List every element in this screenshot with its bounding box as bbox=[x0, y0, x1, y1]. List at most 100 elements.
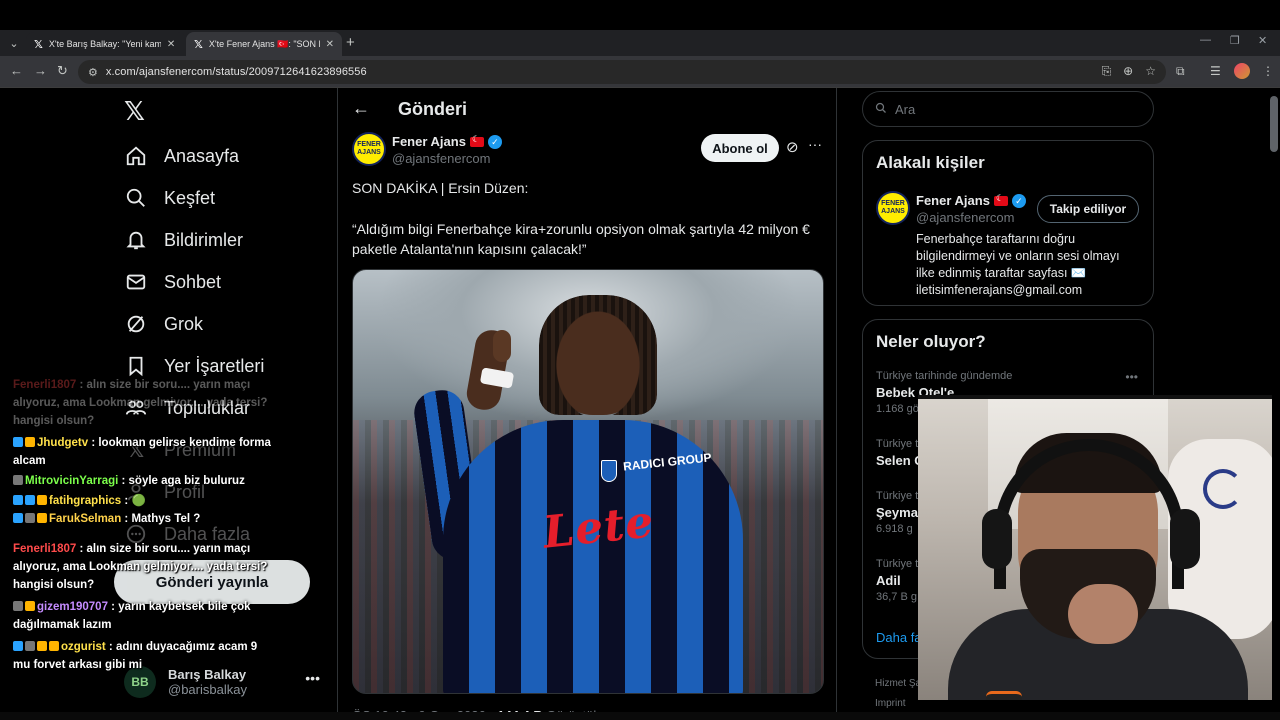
more-dots-icon[interactable]: ··· bbox=[808, 136, 822, 152]
related-bio: Fenerbahçe taraftarını doğru bilgilendir… bbox=[916, 232, 1120, 297]
related-handle[interactable]: @ajansfenercom bbox=[916, 210, 1014, 225]
chat-username: Fenerli1807 bbox=[13, 543, 77, 555]
search-placeholder: Ara bbox=[895, 101, 916, 117]
close-tab-icon[interactable]: ✕ bbox=[326, 39, 334, 50]
chat-text: : 🟢 bbox=[121, 495, 146, 507]
more-dots-icon[interactable]: ••• bbox=[1125, 370, 1138, 384]
minimize-icon[interactable]: — bbox=[1200, 34, 1211, 46]
install-app-icon[interactable]: ⎘ bbox=[1102, 64, 1112, 79]
chat-username: gizem190707 bbox=[37, 601, 108, 613]
chat-message: Fenerli1807 : alın size bir soru.... yar… bbox=[13, 540, 275, 594]
main-column: ← Gönderi FENER AJANS Fener Ajans ✓ @aja… bbox=[337, 88, 837, 720]
subscribe-button[interactable]: Abone ol bbox=[701, 134, 779, 162]
chat-username: fatihgraphics bbox=[49, 495, 122, 507]
nav-label: Bildirimler bbox=[164, 229, 244, 250]
search-input[interactable]: Ara bbox=[862, 91, 1154, 127]
chat-badge-icon bbox=[25, 495, 35, 505]
nav-grok[interactable]: Grok bbox=[124, 304, 203, 344]
chat-badge-icon bbox=[13, 513, 23, 523]
author-handle[interactable]: @ajansfenercom bbox=[392, 151, 490, 166]
chat-message: fatihgraphics : 🟢 bbox=[13, 492, 275, 510]
grok-icon[interactable]: ⊘ bbox=[786, 138, 799, 156]
tweet-text-line: SON DAKİKA | Ersin Düzen: bbox=[352, 180, 529, 196]
chat-text: : Mathys Tel ? bbox=[121, 513, 201, 525]
page-title: Gönderi bbox=[398, 99, 468, 119]
nav-home[interactable]: Anasayfa bbox=[124, 136, 239, 176]
browser-tab-active[interactable]: 𝕏 X'te Fener Ajans 🇹🇷: "SON DAKİ ✕ bbox=[186, 32, 342, 56]
reload-icon[interactable]: ↻ bbox=[57, 63, 68, 79]
chat-badge-icon bbox=[37, 513, 47, 523]
streamer-webcam bbox=[918, 395, 1272, 700]
show-more-link[interactable]: Daha fa bbox=[876, 630, 922, 645]
footer-link[interactable]: Hizmet Şa bbox=[875, 678, 921, 689]
turkey-flag-icon bbox=[469, 134, 484, 147]
back-icon[interactable]: ← bbox=[10, 63, 23, 78]
card-title: Alakalı kişiler bbox=[876, 153, 985, 172]
chair-logo bbox=[1203, 469, 1243, 509]
search-icon bbox=[124, 186, 148, 210]
x-favicon-icon: 𝕏 bbox=[194, 38, 203, 51]
bookmark-star-icon[interactable]: ☆ bbox=[1145, 64, 1156, 79]
zoom-icon[interactable]: ⊕ bbox=[1123, 64, 1133, 79]
club-crest-icon bbox=[601, 460, 617, 482]
chat-username: Jhudgetv bbox=[37, 437, 89, 449]
author-avatar[interactable]: FENER AJANS bbox=[352, 132, 386, 166]
site-info-icon[interactable]: ⚙ bbox=[88, 66, 98, 79]
browser-profile-avatar[interactable] bbox=[1234, 63, 1250, 79]
browser-toolbar: ← → ↻ ⚙ x.com/ajansfenercom/status/20097… bbox=[0, 56, 1280, 88]
reading-list-icon[interactable]: ☰ bbox=[1210, 64, 1221, 78]
footer-link[interactable]: Imprint bbox=[875, 698, 906, 709]
chat-text: : söyle aga biz buluruz bbox=[118, 475, 245, 487]
tweet-media-image[interactable]: RADICI GROUP Lete bbox=[352, 269, 824, 694]
tweet-text-quote: “Aldığım bilgi Fenerbahçe kira+zorunlu o… bbox=[352, 221, 810, 257]
chat-badge-icon bbox=[13, 601, 23, 611]
following-button[interactable]: Takip ediliyor bbox=[1037, 195, 1139, 223]
tab-search-icon[interactable]: ⌄ bbox=[6, 36, 22, 52]
chat-badge-icon bbox=[13, 641, 23, 651]
forward-icon[interactable]: → bbox=[34, 63, 47, 78]
tab-title: X'te Barış Balkay: "Yeni kamera . bbox=[48, 39, 161, 49]
close-tab-icon[interactable]: ✕ bbox=[167, 39, 175, 50]
browser-menu-icon[interactable]: ⋮ bbox=[1262, 64, 1274, 78]
restore-icon[interactable]: ❐ bbox=[1230, 34, 1240, 47]
chat-badge-icon bbox=[25, 601, 35, 611]
chat-badge-icon bbox=[25, 513, 35, 523]
address-bar[interactable]: ⚙ x.com/ajansfenercom/status/20097126416… bbox=[78, 60, 1166, 84]
mail-icon bbox=[124, 270, 148, 294]
chat-badge-icon bbox=[13, 437, 23, 447]
nav-explore[interactable]: Keşfet bbox=[124, 178, 215, 218]
tab-strip: ⌄ 𝕏 X'te Barış Balkay: "Yeni kamera . ✕ … bbox=[0, 30, 1280, 56]
related-avatar[interactable]: FENER AJANS bbox=[876, 191, 910, 225]
home-icon bbox=[124, 144, 148, 168]
chat-badge-icon bbox=[13, 475, 23, 485]
turkey-flag-icon bbox=[993, 193, 1008, 206]
new-tab-icon[interactable]: + bbox=[346, 34, 355, 51]
more-dots-icon[interactable]: ••• bbox=[305, 670, 320, 686]
related-people-card: Alakalı kişiler FENER AJANS Fener Ajans … bbox=[862, 140, 1154, 306]
nav-label: Grok bbox=[164, 313, 204, 334]
related-name-row[interactable]: Fener Ajans ✓ bbox=[916, 193, 1026, 208]
nav-label: Yer İşaretleri bbox=[164, 355, 265, 376]
browser-tab[interactable]: 𝕏 X'te Barış Balkay: "Yeni kamera . ✕ bbox=[26, 32, 186, 56]
chat-username: FarukSelman bbox=[49, 513, 122, 525]
nav-label: Keşfet bbox=[164, 187, 216, 208]
nav-label: Anasayfa bbox=[164, 145, 240, 166]
verified-badge-icon: ✓ bbox=[487, 134, 502, 149]
card-title: Neler oluyor? bbox=[876, 332, 986, 351]
stream-chat-overlay: Fenerli1807 : alın size bir soru.... yar… bbox=[0, 376, 290, 696]
url-text: x.com/ajansfenercom/status/2009712641623… bbox=[105, 66, 367, 78]
thumbs-up bbox=[493, 330, 511, 362]
author-name-row[interactable]: Fener Ajans ✓ bbox=[392, 134, 502, 149]
page-scrollbar[interactable] bbox=[1270, 96, 1278, 152]
nav-label: Sohbet bbox=[164, 271, 222, 292]
verified-badge-icon: ✓ bbox=[1011, 193, 1026, 208]
nav-messages[interactable]: Sohbet bbox=[124, 262, 221, 302]
x-favicon-icon: 𝕏 bbox=[34, 38, 43, 51]
extensions-icon[interactable]: ⧉ bbox=[1176, 64, 1185, 79]
nav-notifications[interactable]: Bildirimler bbox=[124, 220, 243, 260]
close-window-icon[interactable]: ✕ bbox=[1258, 34, 1267, 47]
x-logo-icon[interactable]: 𝕏 bbox=[124, 96, 145, 127]
chat-badge-icon bbox=[37, 495, 47, 505]
desk-mug bbox=[986, 691, 1022, 700]
back-arrow-icon[interactable]: ← bbox=[352, 98, 370, 119]
